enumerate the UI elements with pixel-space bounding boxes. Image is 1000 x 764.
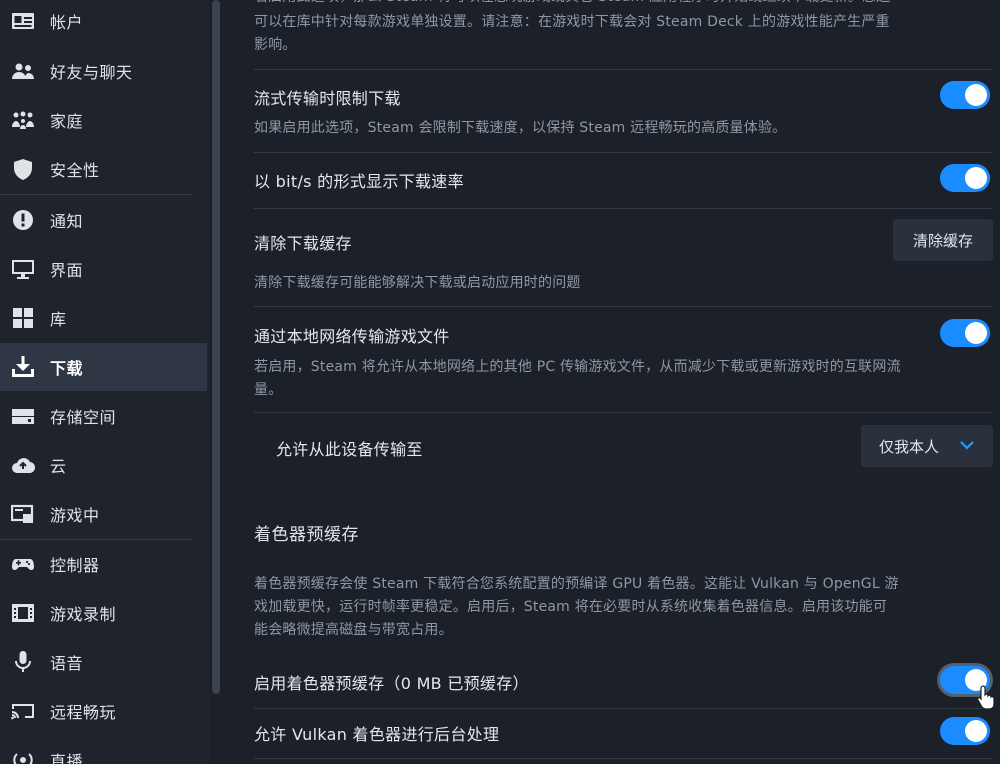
bits-display-toggle[interactable] bbox=[940, 164, 990, 192]
sidebar-item-label: 云 bbox=[50, 457, 67, 476]
throttle-streaming-desc: 如果启用此选项，Steam 会限制下载速度，以保持 Steam 远程畅玩的高质量… bbox=[254, 120, 787, 136]
sidebar-item-label: 直播 bbox=[50, 752, 84, 764]
settings-sidebar: 帐户 好友与聊天 家庭 安全性 通知 界面 库 下载 存储空间 云 游戏中 控制… bbox=[0, 0, 210, 764]
sidebar-item-label: 游戏中 bbox=[50, 506, 100, 525]
sidebar-item-controller[interactable]: 控制器 bbox=[0, 540, 207, 588]
shader-cache-desc-line: 戏加载更快，运行时帧率更稳定。启用后，Steam 将在必要时从系统收集着色器信息… bbox=[254, 599, 888, 615]
enable-shader-cache-title: 启用着色器预缓存（0 MB 已预缓存） bbox=[254, 674, 529, 693]
chevron-down-icon bbox=[960, 441, 974, 450]
microphone-icon bbox=[10, 649, 36, 675]
section-divider bbox=[254, 306, 992, 307]
toggle-knob bbox=[965, 167, 987, 189]
lan-transfer-title: 通过本地网络传输游戏文件 bbox=[254, 327, 450, 346]
download-during-gameplay-desc-line: 影响。 bbox=[254, 37, 297, 53]
section-divider bbox=[254, 152, 992, 153]
mouse-cursor-icon bbox=[977, 685, 995, 710]
toggle-knob bbox=[965, 84, 987, 106]
sidebar-item-broadcast[interactable]: 直播 bbox=[0, 736, 207, 764]
sidebar-item-label: 语音 bbox=[50, 654, 84, 673]
sidebar-item-label: 通知 bbox=[50, 212, 84, 231]
shader-cache-desc-line: 能会略微提高磁盘与带宽占用。 bbox=[254, 622, 453, 638]
remote-play-icon bbox=[10, 698, 36, 724]
clear-cache-button[interactable]: 清除缓存 bbox=[893, 219, 993, 261]
monitor-icon bbox=[10, 256, 36, 282]
clear-cache-desc: 清除下载缓存可能能够解决下载或启动应用时的问题 bbox=[254, 275, 581, 291]
section-divider bbox=[254, 69, 992, 70]
sidebar-item-in-game[interactable]: 游戏中 bbox=[0, 490, 207, 538]
sidebar-item-label: 存储空间 bbox=[50, 408, 117, 427]
broadcast-icon bbox=[10, 747, 36, 764]
sidebar-item-label: 下载 bbox=[50, 359, 84, 378]
account-card-icon bbox=[10, 8, 36, 34]
friends-icon bbox=[10, 58, 36, 84]
sidebar-item-voice[interactable]: 语音 bbox=[0, 638, 207, 686]
in-game-icon bbox=[10, 501, 36, 527]
section-divider bbox=[254, 758, 992, 759]
sidebar-item-notifications[interactable]: 通知 bbox=[0, 196, 207, 244]
sidebar-item-label: 控制器 bbox=[50, 556, 100, 575]
throttle-streaming-toggle[interactable] bbox=[940, 81, 990, 109]
sidebar-item-label: 好友与聊天 bbox=[50, 63, 133, 82]
sidebar-item-label: 界面 bbox=[50, 261, 84, 280]
download-during-gameplay-desc-line: 可以在库中针对每款游戏单独设置。请注意：在游戏时下载会对 Steam Deck … bbox=[254, 14, 890, 30]
sidebar-item-downloads[interactable]: 下载 bbox=[0, 343, 207, 391]
shader-cache-heading: 着色器预缓存 bbox=[254, 525, 359, 545]
alert-circle-icon bbox=[10, 207, 36, 233]
sidebar-item-friends[interactable]: 好友与聊天 bbox=[0, 47, 207, 95]
sidebar-item-label: 游戏录制 bbox=[50, 605, 117, 624]
vulkan-background-title: 允许 Vulkan 着色器进行后台处理 bbox=[254, 725, 500, 744]
sidebar-scrollbar[interactable] bbox=[212, 0, 220, 694]
sidebar-item-label: 家庭 bbox=[50, 112, 84, 131]
downloads-settings-panel: 若启用此选项，那么 Steam 将可以在您玩游戏或其它 Steam 应用程序时开… bbox=[222, 0, 1000, 764]
sidebar-item-remote-play[interactable]: 远程畅玩 bbox=[0, 687, 207, 735]
recording-icon bbox=[10, 600, 36, 626]
sidebar-item-cloud[interactable]: 云 bbox=[0, 441, 207, 489]
toggle-knob bbox=[965, 322, 987, 344]
download-during-gameplay-desc-line: 若启用此选项，那么 Steam 将可以在您玩游戏或其它 Steam 应用程序时开… bbox=[254, 0, 890, 8]
sidebar-item-library[interactable]: 库 bbox=[0, 294, 207, 342]
shield-icon bbox=[10, 156, 36, 182]
grid-icon bbox=[10, 305, 36, 331]
clear-cache-title: 清除下载缓存 bbox=[254, 234, 352, 253]
sidebar-divider bbox=[0, 194, 192, 195]
cloud-icon bbox=[10, 452, 36, 478]
sidebar-item-label: 库 bbox=[50, 310, 67, 329]
toggle-knob bbox=[965, 720, 987, 742]
lan-transfer-desc-line: 量。 bbox=[254, 382, 283, 398]
gamepad-icon bbox=[10, 551, 36, 577]
allow-transfer-dropdown[interactable]: 仅我本人 bbox=[861, 425, 993, 467]
sidebar-item-interface[interactable]: 界面 bbox=[0, 245, 207, 293]
sidebar-item-game-recording[interactable]: 游戏录制 bbox=[0, 589, 207, 637]
allow-transfer-selected: 仅我本人 bbox=[879, 437, 940, 456]
throttle-streaming-title: 流式传输时限制下载 bbox=[254, 89, 401, 108]
sidebar-item-label: 安全性 bbox=[50, 161, 100, 180]
bits-display-title: 以 bit/s 的形式显示下载速率 bbox=[254, 172, 464, 191]
family-icon bbox=[10, 107, 36, 133]
section-divider bbox=[254, 208, 992, 209]
section-divider bbox=[254, 412, 992, 413]
sidebar-item-label: 远程畅玩 bbox=[50, 703, 117, 722]
lan-transfer-desc-line: 若启用，Steam 将允许从本地网络上的其他 PC 传输游戏文件，从而减少下载或… bbox=[254, 359, 901, 375]
lan-transfer-toggle[interactable] bbox=[940, 319, 990, 347]
sidebar-item-label: 帐户 bbox=[50, 13, 84, 32]
sidebar-item-account[interactable]: 帐户 bbox=[0, 0, 207, 45]
vulkan-background-toggle[interactable] bbox=[940, 717, 990, 745]
steam-settings-window: 帐户 好友与聊天 家庭 安全性 通知 界面 库 下载 存储空间 云 游戏中 控制… bbox=[0, 0, 1000, 764]
shader-cache-desc-line: 着色器预缓存会使 Steam 下载符合您系统配置的预编译 GPU 着色器。这能让… bbox=[254, 576, 899, 592]
download-icon bbox=[10, 354, 36, 380]
section-divider bbox=[254, 708, 992, 709]
sidebar-item-family[interactable]: 家庭 bbox=[0, 96, 207, 144]
allow-transfer-title: 允许从此设备传输至 bbox=[276, 440, 423, 459]
sidebar-item-storage[interactable]: 存储空间 bbox=[0, 392, 207, 440]
sidebar-item-security[interactable]: 安全性 bbox=[0, 145, 207, 193]
storage-drive-icon bbox=[10, 403, 36, 429]
